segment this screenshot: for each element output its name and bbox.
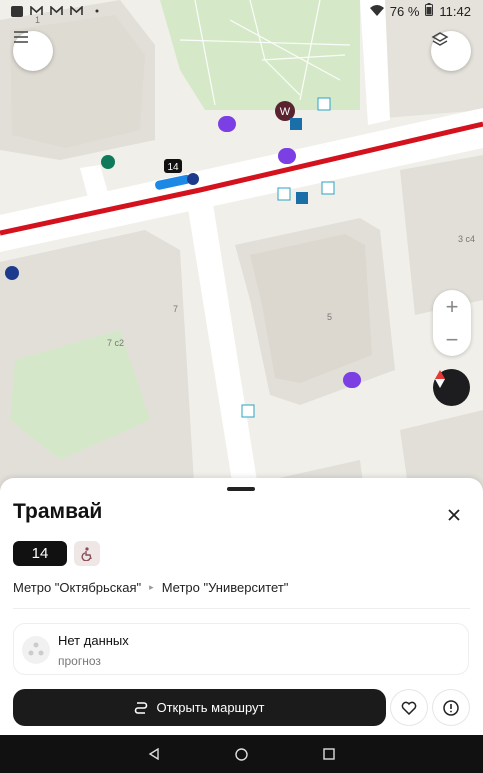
gmail-icon	[70, 6, 83, 17]
building-label-3c4: 3 с4	[458, 234, 475, 244]
building-label-7c2: 7 с2	[107, 338, 124, 348]
from-stop: Метро "Октябрьская"	[13, 580, 142, 595]
recents-button[interactable]	[323, 748, 336, 760]
close-icon	[448, 509, 460, 521]
route-stops: Метро "Октябрьская" ▸ Метро "Университет…	[13, 580, 288, 595]
forecast-card: Нет данных прогноз	[13, 623, 469, 675]
accessibility-badge	[74, 541, 100, 566]
home-button[interactable]	[235, 747, 248, 761]
favorite-button[interactable]	[390, 689, 428, 726]
back-button[interactable]	[148, 748, 160, 760]
svg-text:W: W	[280, 106, 291, 118]
divider	[13, 608, 470, 609]
home-icon	[235, 747, 248, 761]
close-button[interactable]	[440, 501, 468, 529]
report-button[interactable]	[432, 689, 470, 726]
open-route-button[interactable]: Открыть маршрут	[13, 689, 386, 726]
clock: 11:42	[439, 3, 471, 19]
route-icon	[135, 701, 148, 714]
zoom-out-button[interactable]: −	[446, 328, 459, 351]
wifi-icon	[369, 4, 384, 19]
sheet-drag-handle[interactable]	[227, 487, 255, 491]
map-canvas[interactable]: 14 W 1 3 с4 7 7 с2 5	[0, 0, 483, 500]
open-route-label: Открыть маршрут	[156, 700, 265, 715]
wheelchair-icon	[81, 546, 92, 561]
heart-icon	[401, 701, 417, 715]
route-number-badge: 14	[13, 541, 67, 566]
battery-level: 76 %	[389, 3, 420, 19]
vehicle-route-label: 14	[167, 162, 179, 173]
building-label-7: 7	[173, 304, 178, 314]
map-view[interactable]: 14 W 1 3 с4 7 7 с2 5 + −	[0, 0, 483, 500]
compass-button[interactable]	[433, 369, 470, 406]
status-bar: 76 % 11:42	[0, 0, 483, 22]
forecast-icon	[22, 636, 50, 664]
gmail-icon	[30, 6, 43, 17]
zoom-control: + −	[433, 290, 471, 356]
dot-icon	[90, 6, 103, 17]
menu-button[interactable]	[13, 31, 53, 71]
arrow-right-icon: ▸	[149, 582, 154, 592]
gmail-icon	[50, 6, 63, 17]
layers-button[interactable]	[431, 31, 471, 71]
back-icon	[148, 748, 159, 760]
to-stop: Метро "Университет"	[161, 580, 289, 595]
system-navigation-bar	[0, 735, 483, 773]
battery-icon	[425, 3, 434, 19]
info-alert-icon	[443, 699, 459, 716]
photos-icon	[10, 5, 23, 17]
compass-icon	[435, 370, 445, 388]
hamburger-icon	[14, 31, 28, 43]
building-label-5: 5	[327, 312, 332, 322]
sheet-title: Трамвай	[13, 500, 103, 523]
recents-icon	[323, 748, 336, 760]
forecast-title: Нет данных	[58, 633, 129, 648]
layers-icon	[431, 32, 449, 46]
route-info-sheet: Трамвай 14 Метро "Октябрьская" ▸ Метро "…	[0, 478, 483, 735]
forecast-subtitle: прогноз	[58, 654, 101, 668]
zoom-in-button[interactable]: +	[446, 295, 459, 318]
